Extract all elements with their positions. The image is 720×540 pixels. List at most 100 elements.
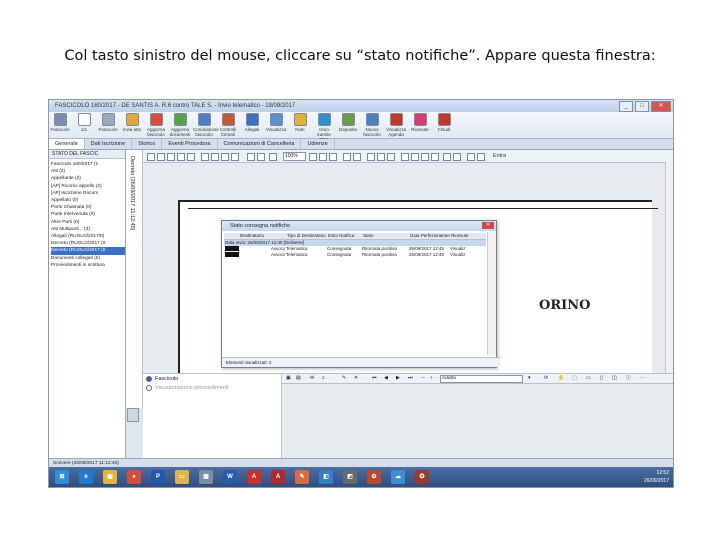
preview-save-icon[interactable]: ▣ [286,374,291,383]
taskbar-chrome-icon[interactable]: ● [127,470,141,484]
col-header[interactable]: Destinatario [239,233,286,239]
rotate-left-icon[interactable] [343,153,351,161]
preview-view2-icon[interactable]: ◫ [612,374,617,383]
ribbon-button[interactable]: Visualizza Agenda [385,112,407,137]
ribbon-button[interactable]: Aggiorna documenti [169,112,191,137]
taskbar-emblem-icon[interactable]: ✪ [415,470,429,484]
tree-item[interactable]: Fascicolo 160/2017 (1 [51,161,125,168]
col-header[interactable]: Ricevute [450,233,479,239]
preview-info-icon[interactable]: ⓘ [626,374,631,383]
taskbar-cloud-icon[interactable]: ☁ [391,470,405,484]
page-next-icon[interactable] [221,153,229,161]
taskbar-calc-icon[interactable]: ▦ [199,470,213,484]
col-header[interactable]: Tipo di Destinatario [286,233,327,239]
preview-dropdown-icon[interactable]: ▾ [528,374,530,383]
preview-first-icon[interactable]: ⏮ [372,374,376,383]
preview-print-icon[interactable]: ▤ [296,374,301,383]
preview-last-icon[interactable]: ⏭ [408,374,412,383]
preview-rotate-icon[interactable]: ⟳ [544,374,548,383]
stamp-icon[interactable] [421,153,429,161]
tree-item[interactable]: Decreto (RUOLO/2017 (0 [51,240,125,247]
ribbon-button[interactable]: Fascicolo [49,112,71,132]
col-header[interactable]: Esito Notifica [327,233,362,239]
preview-select-icon[interactable]: ⬚ [572,374,577,383]
highlight-icon[interactable] [411,153,419,161]
view-double-icon[interactable] [319,153,327,161]
tab-comunicazioni[interactable]: Comunicazioni di Cancelleria [218,139,302,149]
ribbon-button[interactable]: Ricevute [409,112,431,132]
viewer-scrollbar[interactable] [665,162,673,408]
taskbar-app2-icon[interactable]: ◧ [319,470,333,484]
sign-icon[interactable] [431,153,439,161]
radio-fascicolo[interactable]: Fascicolo [143,374,281,383]
page-first-icon[interactable] [201,153,209,161]
save-icon[interactable] [147,153,155,161]
ribbon-button[interactable]: Controlli formali [217,112,239,137]
cut-icon[interactable] [467,153,475,161]
select-tool-icon[interactable] [377,153,385,161]
ribbon-button[interactable]: Invio tramite PEC [313,112,335,142]
preview-prev-icon[interactable]: ◀ [384,374,388,383]
ribbon-button[interactable]: Condivisione fascicolo [193,112,219,137]
ribbon-button[interactable]: Fascicolo [97,112,119,132]
tree-item[interactable]: Atti Multiparti... (3) [51,226,125,233]
info-icon[interactable] [443,153,451,161]
tab-storico[interactable]: Storico [132,139,163,149]
copy-icon[interactable] [177,153,185,161]
col-header[interactable]: Stato [362,233,409,239]
taskbar-pdf-icon[interactable]: A [247,470,261,484]
taskbar-folder-icon[interactable]: ▭ [175,470,189,484]
ribbon-button[interactable]: Note [289,112,311,132]
ribbon-button[interactable]: Visualizza [265,112,287,132]
scan-icon[interactable] [167,153,175,161]
dialog-close-button[interactable]: ✕ [482,222,494,229]
taskbar-explorer-icon[interactable]: ▣ [103,470,117,484]
tree-item[interactable]: Decreto (RUOLO/2017 (0 [51,247,125,255]
ribbon-button[interactable]: Nuovo fascicolo [361,112,383,137]
preview-edit-icon[interactable]: ✎ [342,374,346,383]
taskbar-app3-icon[interactable]: ◩ [343,470,357,484]
zoom-field[interactable]: 100% [283,152,306,161]
taskbar-start-orb-icon[interactable]: ⊞ [55,470,69,484]
col-header[interactable]: Data Perfezionamento [409,233,450,239]
tree-item[interactable]: Atti (2) [51,168,125,175]
view-single-icon[interactable] [309,153,317,161]
ribbon-button[interactable]: Aggiorna fascicolo [145,112,167,137]
preview-next-icon[interactable]: ▶ [396,374,400,383]
tree-item[interactable]: Allegati (RUOLO/2017/0) [51,233,125,240]
fit-page-icon[interactable] [269,153,277,161]
tab-generale[interactable]: Generale [49,139,85,149]
minimize-button[interactable]: _ [619,101,633,112]
tab-eventi-procedura[interactable]: Eventi Procedura [162,139,218,149]
search-icon[interactable] [387,153,395,161]
preview-hand-icon[interactable]: ✋ [558,374,564,383]
ribbon-button[interactable]: Invia atto [121,112,143,132]
page-prev-icon[interactable] [211,153,219,161]
tree-item[interactable]: [AP] Iscrizione Docum [51,190,125,197]
hand-tool-icon[interactable] [367,153,375,161]
taskbar-word-icon[interactable]: W [223,470,237,484]
ribbon-button[interactable]: 1/1 [73,112,95,132]
preview-mail-icon[interactable]: ✉ [310,374,314,383]
tree-item[interactable]: [AP] Ricorso appello (2) [51,183,125,190]
tab-udienze[interactable]: Udienze [301,139,335,149]
clipboard-icon[interactable] [127,408,139,422]
tree-item[interactable]: Appellante (2) [51,175,125,182]
tree-item[interactable]: Documenti collegati (0) [51,255,125,262]
page-last-icon[interactable] [231,153,239,161]
taskbar-pct-icon[interactable]: P [151,470,165,484]
preview-search-icon[interactable]: ⌕ [322,374,325,383]
paste-icon[interactable] [187,153,195,161]
ribbon-button[interactable]: Chiudi [433,112,455,132]
print-icon[interactable] [157,153,165,161]
preview-zoomout-icon[interactable]: − [422,374,425,383]
maximize-button[interactable]: □ [635,101,649,112]
preview-view1-icon[interactable]: ▯ [600,374,603,383]
rotate-right-icon[interactable] [353,153,361,161]
entra-button[interactable]: Entra [493,152,506,160]
col-header[interactable] [224,233,239,239]
zoom-out-icon[interactable] [247,153,255,161]
annotate-icon[interactable] [401,153,409,161]
cell[interactable]: Visualiz [449,252,478,258]
preview-note-icon[interactable]: ▭ [586,374,591,383]
